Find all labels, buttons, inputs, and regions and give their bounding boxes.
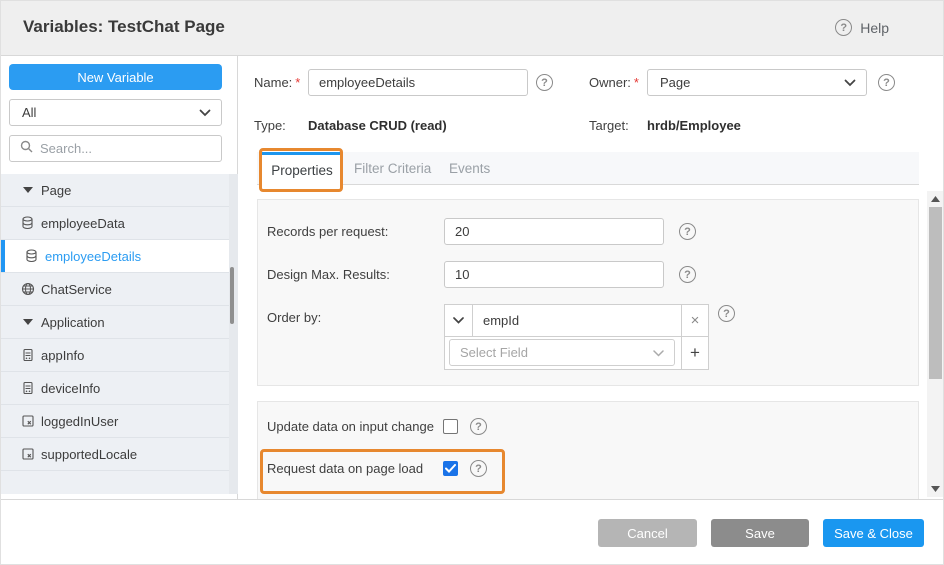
request-on-load-checkbox[interactable] xyxy=(443,461,458,476)
records-per-request-input[interactable] xyxy=(444,218,664,245)
variable-icon xyxy=(21,414,35,428)
help-button[interactable]: ? Help xyxy=(835,19,889,36)
chevron-down-icon xyxy=(653,345,664,360)
name-input[interactable] xyxy=(308,69,528,96)
filter-selected-value: All xyxy=(22,105,199,120)
sidebar-item-deviceinfo[interactable]: deviceInfo xyxy=(1,372,229,405)
sidebar-item-label: appInfo xyxy=(41,348,84,363)
variable-filter-select[interactable]: All xyxy=(9,99,222,126)
owner-select[interactable]: Page xyxy=(647,69,867,96)
update-on-input-help-icon[interactable]: ? xyxy=(470,418,487,435)
save-button[interactable]: Save xyxy=(711,519,809,547)
device-icon xyxy=(21,348,35,362)
globe-icon xyxy=(21,282,35,296)
help-label: Help xyxy=(860,20,889,36)
sidebar-item-label: employeeDetails xyxy=(45,249,141,264)
sidebar-item-label: loggedInUser xyxy=(41,414,118,429)
new-variable-button[interactable]: New Variable xyxy=(9,64,222,90)
sidebar-item-employeedata[interactable]: employeeData xyxy=(1,207,229,240)
owner-selected-value: Page xyxy=(660,75,844,90)
search-icon xyxy=(20,140,33,158)
order-by-widget: empId × Select Field + xyxy=(444,304,709,370)
update-on-input-label: Update data on input change xyxy=(267,413,434,440)
chevron-down-icon xyxy=(844,75,856,90)
order-by-field-value[interactable]: empId xyxy=(473,305,681,336)
save-and-close-button[interactable]: Save & Close xyxy=(823,519,924,547)
tab-bar: Properties Filter Criteria Events xyxy=(257,152,919,185)
device-icon xyxy=(21,381,35,395)
select-field-dropdown[interactable]: Select Field xyxy=(449,339,675,366)
sidebar-group-page[interactable]: Page xyxy=(1,174,229,207)
owner-help-icon[interactable]: ? xyxy=(878,74,895,91)
remove-order-field-button[interactable]: × xyxy=(681,305,708,336)
name-label: Name:* xyxy=(254,69,300,96)
dialog-footer: Cancel Save Save & Close xyxy=(1,499,944,565)
sidebar-item-employeedetails[interactable]: employeeDetails xyxy=(1,240,229,273)
variable-detail-panel: Name:* ? Owner:* Page ? Type: Database C… xyxy=(239,56,944,499)
order-by-label: Order by: xyxy=(267,304,321,331)
sidebar-item-loggedinuser[interactable]: loggedInUser xyxy=(1,405,229,438)
name-help-icon[interactable]: ? xyxy=(536,74,553,91)
variable-search[interactable] xyxy=(9,135,222,162)
chevron-down-icon xyxy=(199,105,211,120)
sidebar-group-application[interactable]: Application xyxy=(1,306,229,339)
search-input[interactable] xyxy=(40,141,213,156)
order-by-help-icon[interactable]: ? xyxy=(718,305,735,322)
tab-properties[interactable]: Properties xyxy=(261,152,343,185)
variables-list: Page employeeData employeeDetails ChatSe… xyxy=(1,174,238,494)
design-max-results-label: Design Max. Results: xyxy=(267,261,390,288)
properties-group: Records per request: ? Design Max. Resul… xyxy=(257,199,919,386)
update-on-input-checkbox[interactable] xyxy=(443,419,458,434)
sidebar-item-label: Page xyxy=(41,183,71,198)
help-icon: ? xyxy=(835,19,852,36)
behavior-group: Update data on input change ? Request da… xyxy=(257,401,919,499)
sidebar-scrollbar-track[interactable] xyxy=(229,174,238,494)
required-asterisk: * xyxy=(295,75,300,90)
sidebar-item-label: employeeData xyxy=(41,216,125,231)
required-asterisk: * xyxy=(634,75,639,90)
sidebar-item-label: Application xyxy=(41,315,105,330)
dialog-header: Variables: TestChat Page ? Help xyxy=(1,1,944,56)
records-per-request-label: Records per request: xyxy=(267,218,388,245)
design-max-results-input[interactable] xyxy=(444,261,664,288)
sidebar-item-supportedlocale[interactable]: supportedLocale xyxy=(1,438,229,471)
expander-triangle-icon[interactable] xyxy=(23,187,33,193)
scroll-down-arrow[interactable] xyxy=(927,482,944,496)
add-order-field-button[interactable]: + xyxy=(681,337,708,369)
database-icon xyxy=(21,216,35,230)
target-value: hrdb/Employee xyxy=(647,112,741,139)
max-results-help-icon[interactable]: ? xyxy=(679,266,696,283)
cancel-button[interactable]: Cancel xyxy=(598,519,697,547)
sidebar-item-label: supportedLocale xyxy=(41,447,137,462)
sidebar-item-chatservice[interactable]: ChatService xyxy=(1,273,229,306)
page-title: Variables: TestChat Page xyxy=(23,17,225,37)
variables-dialog: Variables: TestChat Page ? Help New Vari… xyxy=(0,0,944,565)
content-scrollbar[interactable] xyxy=(927,191,944,497)
tab-filter-criteria[interactable]: Filter Criteria xyxy=(354,152,431,185)
sidebar-item-label: ChatService xyxy=(41,282,112,297)
scrollbar-thumb[interactable] xyxy=(929,207,942,379)
tab-events[interactable]: Events xyxy=(449,152,490,185)
type-label: Type: xyxy=(254,112,286,139)
chevron-down-icon xyxy=(453,317,464,324)
checkmark-icon xyxy=(445,464,456,473)
owner-label: Owner:* xyxy=(589,69,639,96)
variables-sidebar: New Variable All Page employeeData xyxy=(1,56,238,499)
records-help-icon[interactable]: ? xyxy=(679,223,696,240)
request-on-load-help-icon[interactable]: ? xyxy=(470,460,487,477)
database-icon xyxy=(25,249,39,263)
sidebar-scrollbar-thumb[interactable] xyxy=(230,267,234,324)
expander-triangle-icon[interactable] xyxy=(23,319,33,325)
select-field-placeholder: Select Field xyxy=(460,345,653,360)
variable-icon xyxy=(21,447,35,461)
order-direction-toggle[interactable] xyxy=(445,305,473,336)
target-label: Target: xyxy=(589,112,629,139)
type-value: Database CRUD (read) xyxy=(308,112,447,139)
sidebar-item-label: deviceInfo xyxy=(41,381,100,396)
request-on-load-label: Request data on page load xyxy=(267,455,423,482)
sidebar-item-appinfo[interactable]: appInfo xyxy=(1,339,229,372)
scroll-up-arrow[interactable] xyxy=(927,192,944,206)
